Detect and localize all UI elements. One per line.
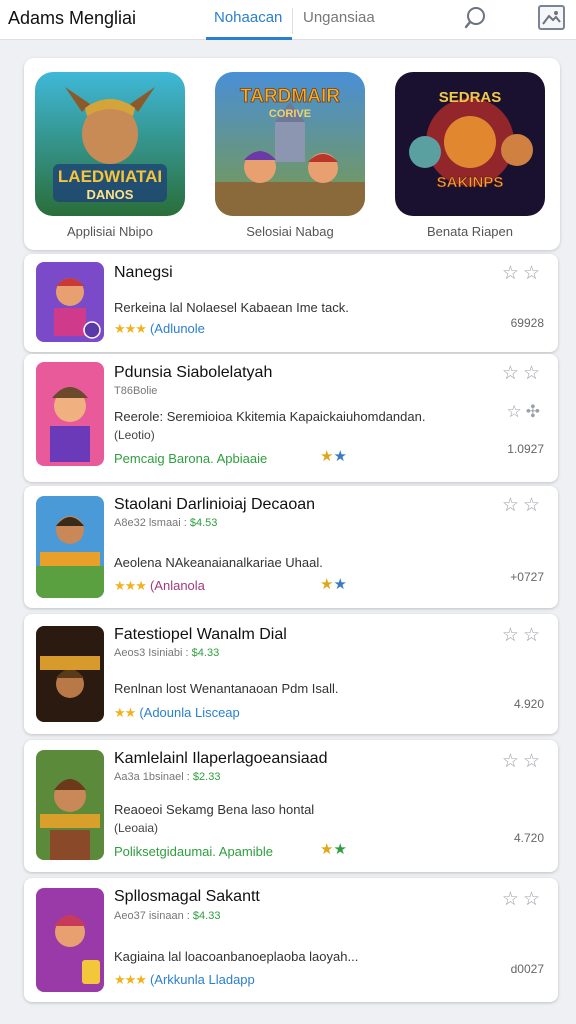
game-thumbnail — [36, 362, 104, 466]
rating-stars: ★★ — [114, 705, 136, 720]
featured-game-3[interactable]: SEDRAS SAKINPS Benata Riapen — [394, 72, 546, 240]
favorite-star-icons[interactable]: ☆☆ — [502, 624, 544, 647]
game-meta: ★★★ (Arkkunla Lladapp — [114, 972, 255, 988]
featured-game-1-art-title: LAEDWIATAI — [58, 167, 162, 186]
featured-game-2-art-title: TARDMAIR — [240, 86, 340, 107]
featured-game-1-art-subtitle: DANOS — [87, 187, 134, 202]
download-count: +0727 — [510, 570, 544, 584]
game-price: $2.33 — [192, 771, 221, 783]
active-tab-indicator — [206, 37, 292, 40]
featured-games-card: LAEDWIATAI DANOS Applisiai Nbipo TARDMAI… — [24, 58, 560, 250]
game-title: Pdunsia Siabolelatyah — [114, 364, 273, 381]
game-list-item-1[interactable]: Nanegsi Rerkeina lal Nolaesel Kabaean Im… — [24, 254, 558, 352]
developer-label: (Adlunole — [149, 321, 205, 336]
image-icon[interactable] — [538, 5, 565, 30]
top-app-bar: Adams Mengliai Nohaacan Ungansiaa — [0, 0, 576, 40]
favorite-star-icons[interactable]: ☆☆ — [502, 888, 544, 911]
developer-label: (Anlanola — [149, 578, 205, 593]
download-count: d0027 — [510, 962, 544, 976]
game-title: Spllosmagal Sakantt — [114, 888, 260, 905]
favorite-star-icons[interactable]: ☆☆ — [502, 262, 544, 285]
app-title: Adams Mengliai — [8, 8, 137, 28]
game-thumbnail — [36, 888, 104, 992]
game-thumbnail — [36, 626, 104, 722]
tab-divider — [292, 8, 293, 34]
game-title: Kamlelainl Ilaperlagoeansiaad — [114, 750, 328, 767]
game-meta: ★★ (Adounla Lisceap — [114, 705, 240, 721]
game-price: $4.53 — [189, 517, 218, 529]
game-price: $4.33 — [191, 647, 220, 659]
favorite-star-icons[interactable]: ☆✣ — [507, 402, 544, 422]
game-subtitle: Aeos3 Isiniabi : $4.33 — [114, 647, 220, 659]
featured-game-3-label: Benata Riapen — [426, 224, 513, 239]
rating-stars: ★★★ — [114, 321, 147, 336]
game-subtitle: A8e32 lsmaai : $4.53 — [114, 517, 218, 529]
game-meta: ★★★ (Anlanola — [114, 578, 205, 594]
favorite-star-icons[interactable]: ☆☆ — [502, 494, 544, 517]
game-note: (Leotio) — [114, 428, 155, 442]
badge-icons: ★★ — [320, 841, 347, 858]
featured-game-2-artwork: TARDMAIR CORIVE — [215, 72, 365, 216]
search-icon[interactable] — [462, 4, 490, 32]
game-description: Reerole: Seremioioa Kkitemia Kapaickaiuh… — [114, 409, 426, 424]
developer-label: (Adounla Lisceap — [139, 705, 240, 720]
game-thumbnail — [36, 262, 104, 342]
developer-label: Pemcaig Barona. Apbiaaie — [114, 451, 268, 466]
game-description: Kagiaina lal loacoanbanoeplaoba laoyah..… — [114, 949, 359, 964]
game-list-item-6[interactable]: Spllosmagal Sakantt Aeo37 isinaan : $4.3… — [24, 878, 558, 1002]
developer-label: (Arkkunla Lladapp — [149, 972, 255, 987]
game-title: Nanegsi — [114, 264, 173, 281]
featured-game-2[interactable]: TARDMAIR CORIVE Selosiai Nabag — [214, 72, 366, 240]
game-list-item-3[interactable]: Staolani Darlinioiaj Decaoan A8e32 lsmaa… — [24, 486, 558, 608]
featured-game-1-artwork: LAEDWIATAI DANOS — [35, 72, 185, 216]
badge-icons: ★★ — [320, 448, 347, 465]
game-subtitle: T86Bolie — [114, 385, 158, 397]
game-description: Rerkeina lal Nolaesel Kabaean Ime tack. — [114, 300, 349, 315]
featured-game-3-art-subtitle: SAKINPS — [437, 174, 504, 191]
game-description: Aeolena NAkeanaianalkariae Uhaal. — [114, 555, 323, 570]
download-count: 4.720 — [513, 831, 544, 845]
game-description: Reaoeoi Sekamg Bena laso hontal — [114, 802, 315, 817]
game-thumbnail — [36, 496, 104, 598]
rating-stars: ★★★ — [114, 578, 147, 593]
featured-game-1-label: Applisiai Nbipo — [67, 224, 153, 239]
tab-nohaacan[interactable]: Nohaacan — [214, 9, 282, 26]
game-meta: Poliksetgidaumai. Apamible — [114, 844, 273, 859]
tab-ungansiaa[interactable]: Ungansiaa — [303, 9, 375, 26]
featured-game-3-artwork: SEDRAS SAKINPS — [395, 72, 545, 216]
featured-game-2-art-subtitle: CORIVE — [269, 108, 311, 120]
featured-game-3-art-title: SEDRAS — [439, 89, 502, 106]
game-thumbnail — [36, 750, 104, 860]
game-list-item-4[interactable]: Fatestiopel Wanalm Dial Aeos3 Isiniabi :… — [24, 614, 558, 734]
favorite-star-icons[interactable]: ☆☆ — [502, 362, 544, 385]
download-count: 4.920 — [513, 697, 544, 711]
badge-icons: ★★ — [320, 576, 347, 593]
rating-stars: ★★★ — [114, 972, 147, 987]
game-subtitle: Aeo37 isinaan : $4.33 — [114, 910, 221, 922]
download-count: 69928 — [510, 316, 544, 330]
download-count: 1.0927 — [507, 442, 544, 456]
featured-game-2-label: Selosiai Nabag — [246, 224, 334, 239]
game-description: Renlnan lost Wenantanaoan Pdm Isall. — [114, 681, 339, 696]
game-price: $4.33 — [192, 910, 221, 922]
game-subtitle: Aa3a 1bsinael : $2.33 — [114, 771, 221, 783]
game-meta: Pemcaig Barona. Apbiaaie — [114, 451, 267, 466]
developer-label: Poliksetgidaumai. Apamible — [114, 844, 273, 859]
game-title: Staolani Darlinioiaj Decaoan — [114, 496, 316, 513]
favorite-star-icons[interactable]: ☆☆ — [502, 750, 544, 773]
game-meta: ★★★ (Adlunole — [114, 321, 205, 337]
game-list-item-5[interactable]: Kamlelainl Ilaperlagoeansiaad Aa3a 1bsin… — [24, 740, 558, 872]
game-title: Fatestiopel Wanalm Dial — [114, 626, 287, 643]
game-list-item-2[interactable]: Pdunsia Siabolelatyah T86Bolie Reerole: … — [24, 354, 558, 482]
game-note: (Leoaia) — [114, 821, 159, 835]
featured-game-1[interactable]: LAEDWIATAI DANOS Applisiai Nbipo — [34, 72, 186, 240]
